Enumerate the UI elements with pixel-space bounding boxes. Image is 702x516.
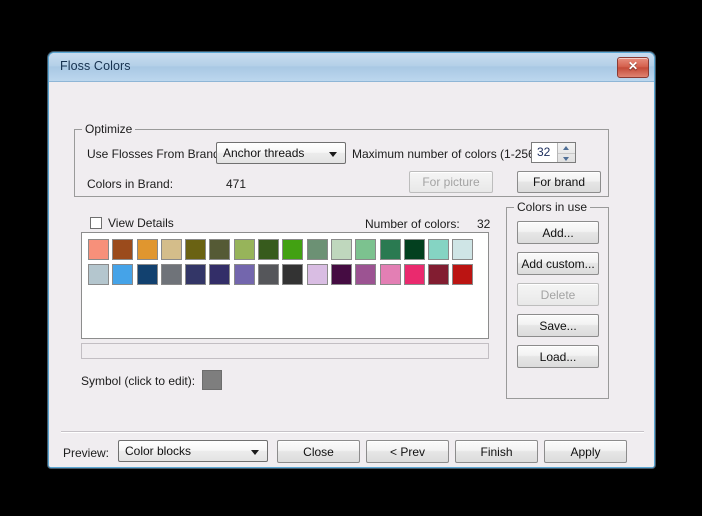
palette-swatch[interactable] [209,264,231,285]
finish-button[interactable]: Finish [455,440,538,463]
palette-listbox[interactable] [81,232,489,339]
palette-swatch[interactable] [112,239,134,260]
palette-swatch[interactable] [282,239,304,260]
number-of-colors-value: 32 [477,217,491,231]
for-brand-button[interactable]: For brand [517,171,601,193]
palette-swatch[interactable] [330,239,352,260]
save-button[interactable]: Save... [517,314,599,337]
detail-strip [81,343,489,359]
view-details-label: View Details [108,216,174,230]
palette-swatch[interactable] [452,264,474,285]
prev-button[interactable]: < Prev [366,440,449,463]
view-details-checkbox[interactable]: View Details [90,216,174,230]
load-button[interactable]: Load... [517,345,599,368]
palette-swatch[interactable] [306,239,328,260]
floss-colors-dialog: Floss Colors ✕ Optimize Use Flosses From… [48,52,655,468]
finish-button-label: Finish [480,444,513,459]
palette-swatch[interactable] [258,239,280,260]
palette-row-2 [88,264,474,285]
max-colors-value: 32 [537,145,551,159]
apply-button-label: Apply [570,444,601,459]
close-button-label: Close [303,444,334,459]
palette-swatch[interactable] [233,264,255,285]
for-picture-button[interactable]: For picture [409,171,493,193]
palette-swatch[interactable] [258,264,280,285]
dialog-title: Floss Colors [60,59,131,73]
palette-swatch[interactable] [160,264,182,285]
preview-label: Preview: [63,446,110,460]
use-flosses-from-brand-label: Use Flosses From Brand: [87,147,224,161]
palette-swatch[interactable] [185,264,207,285]
palette-swatch[interactable] [209,239,231,260]
palette-swatch[interactable] [112,264,134,285]
prev-button-label: < Prev [389,444,425,459]
max-colors-label: Maximum number of colors (1-256): [352,147,543,161]
palette-swatch[interactable] [88,239,109,260]
brand-select-value: Anchor threads [223,146,305,160]
symbol-label: Symbol (click to edit): [81,374,196,388]
palette-swatch[interactable] [88,264,109,285]
for-brand-button-label: For brand [532,175,586,189]
add-button-label: Add... [542,225,574,240]
palette-swatch[interactable] [185,239,207,260]
palette-swatch[interactable] [379,239,401,260]
palette-swatch[interactable] [136,239,158,260]
optimize-group-legend: Optimize [82,122,136,136]
palette-swatch[interactable] [428,239,450,260]
preview-select[interactable]: Color blocks [118,440,268,462]
screen-background: Floss Colors ✕ Optimize Use Flosses From… [0,0,702,516]
for-picture-button-label: For picture [422,175,480,189]
palette-swatch[interactable] [136,264,158,285]
delete-button[interactable]: Delete [517,283,599,306]
add-custom-button[interactable]: Add custom... [517,252,599,275]
number-of-colors-label: Number of colors: [365,217,460,231]
view-details-checkbox-box[interactable] [90,217,102,229]
palette-swatch[interactable] [428,264,450,285]
add-button[interactable]: Add... [517,221,599,244]
spinner-down-icon[interactable] [558,154,575,163]
palette-swatch[interactable] [452,239,474,260]
palette-swatch[interactable] [403,264,425,285]
max-colors-spinner[interactable]: 32 [531,142,576,163]
save-button-label: Save... [539,318,577,333]
spinner-up-icon[interactable] [558,143,575,154]
dialog-titlebar[interactable]: Floss Colors ✕ [49,53,654,82]
preview-select-value: Color blocks [125,444,192,458]
close-button[interactable]: Close [277,440,360,463]
close-icon[interactable]: ✕ [617,57,649,78]
brand-select[interactable]: Anchor threads [216,142,346,164]
palette-swatch[interactable] [355,264,377,285]
colors-in-brand-value: 471 [226,177,247,191]
palette-row-1 [88,239,474,260]
palette-swatch[interactable] [355,239,377,260]
dialog-client-area: Optimize Use Flosses From Brand: Anchor … [49,82,654,467]
symbol-swatch[interactable] [202,370,222,390]
load-button-label: Load... [539,349,577,364]
palette-swatch[interactable] [282,264,304,285]
apply-button[interactable]: Apply [544,440,627,463]
colors-in-use-legend: Colors in use [514,200,591,214]
palette-swatch[interactable] [233,239,255,260]
chevron-down-icon [251,450,259,455]
add-custom-button-label: Add custom... [521,256,595,271]
delete-button-label: Delete [540,287,576,302]
palette-swatch[interactable] [330,264,352,285]
palette-swatch[interactable] [160,239,182,260]
max-colors-spin-buttons[interactable] [557,143,575,162]
chevron-down-icon [329,152,337,157]
footer-divider [61,431,644,433]
close-icon-glyph: ✕ [627,59,639,73]
colors-in-brand-label: Colors in Brand: [87,177,174,191]
palette-swatch[interactable] [379,264,401,285]
palette-swatch[interactable] [306,264,328,285]
palette-swatch[interactable] [403,239,425,260]
